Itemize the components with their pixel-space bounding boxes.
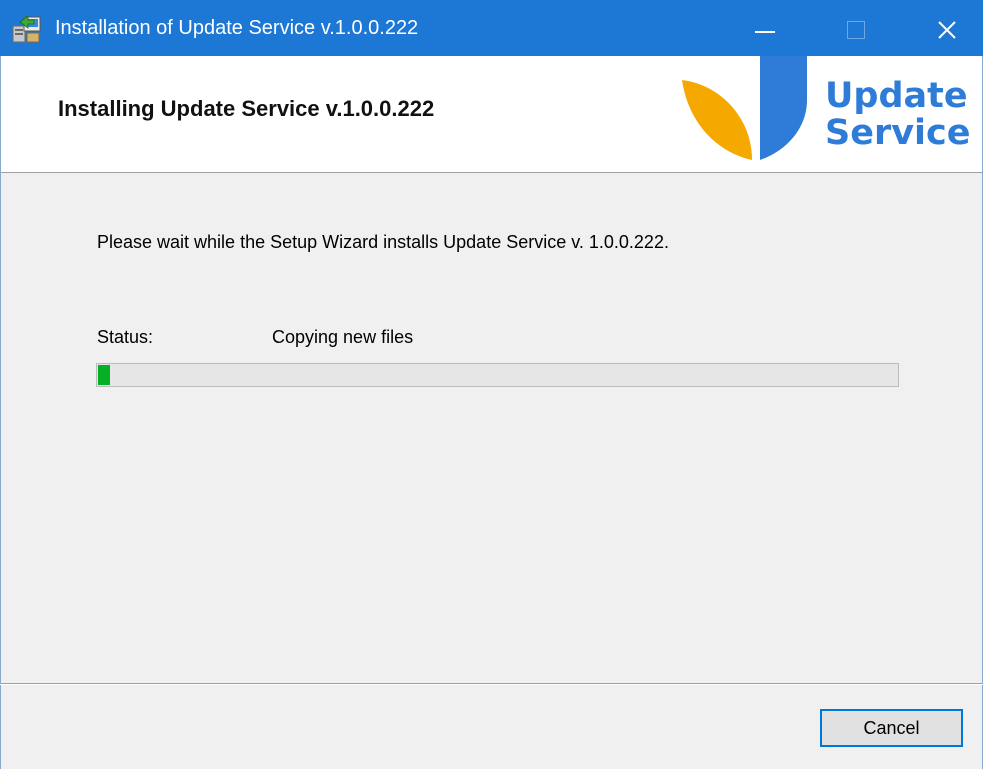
close-icon [938, 21, 956, 39]
logo-text-line2: Service [825, 113, 971, 153]
wizard-header: Installing Update Service v.1.0.0.222 Up… [0, 56, 983, 173]
install-progress-bar [96, 363, 899, 387]
status-label: Status: [97, 327, 154, 347]
cancel-button[interactable]: Cancel [820, 709, 963, 747]
update-service-logo: Update Service [680, 56, 980, 172]
maximize-button [823, 0, 887, 56]
progress-fill [98, 365, 110, 385]
footer-divider-highlight [0, 684, 983, 685]
installer-window: Installation of Update Service v.1.0.0.2… [0, 0, 983, 769]
close-button[interactable] [915, 0, 979, 56]
logo-mark-icon [682, 56, 807, 160]
title-bar[interactable]: Installation of Update Service v.1.0.0.2… [0, 0, 983, 56]
status-value: Copying new files [272, 327, 414, 347]
installer-icon [10, 14, 44, 44]
window-border [0, 56, 1, 769]
page-title: Installing Update Service v.1.0.0.222 [58, 96, 435, 121]
window-title: Installation of Update Service v.1.0.0.2… [55, 17, 419, 39]
logo-text-line1: Update [825, 76, 968, 116]
minimize-button[interactable] [731, 0, 795, 56]
install-message: Please wait while the Setup Wizard insta… [97, 232, 669, 252]
